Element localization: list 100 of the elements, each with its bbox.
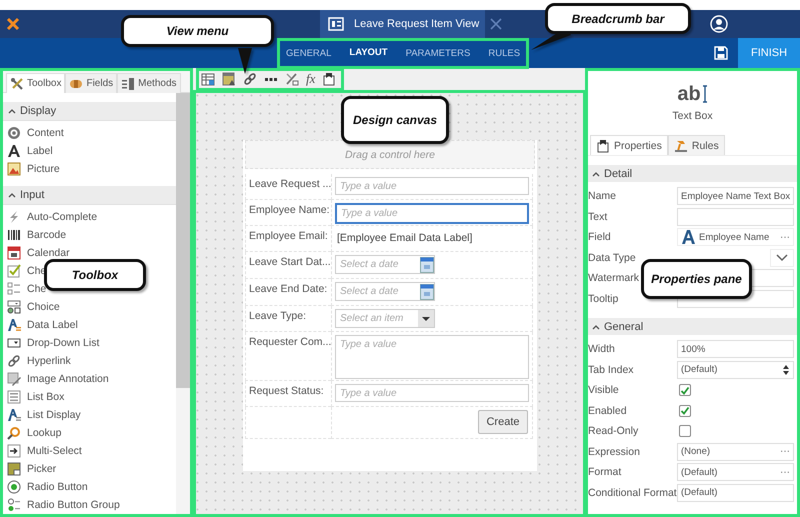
panel-tab[interactable]: Methods — [117, 73, 181, 93]
avatar-icon[interactable] — [710, 15, 728, 33]
picker-icon — [7, 462, 21, 476]
toolbox-item[interactable]: Radio Button — [3, 478, 88, 496]
field-label: Requester Com... — [245, 332, 331, 381]
letter-icon — [7, 144, 21, 158]
panel-tab[interactable]: Rules — [668, 135, 725, 155]
data-label: [Employee Email Data Label] — [336, 231, 474, 246]
toolbox-item[interactable]: Image Annotation — [3, 370, 109, 388]
toolbox-item[interactable]: Lookup — [3, 424, 62, 442]
nav-tab[interactable]: GENERAL — [280, 38, 338, 68]
toolbox-item[interactable]: Hyperlink — [3, 352, 71, 370]
toolbox-item[interactable]: Choice — [3, 298, 60, 316]
nav-tab[interactable]: PARAMETERS — [400, 38, 476, 68]
list-icon — [7, 390, 21, 404]
property-field[interactable]: (Default) ··· — [677, 463, 794, 482]
dropdown-icon — [7, 336, 21, 350]
letter-lines-icon — [7, 318, 21, 332]
toolbox-item[interactable]: List Display — [3, 406, 81, 424]
toolbox-item[interactable]: Label — [3, 142, 53, 160]
property-field[interactable]: (Default) — [677, 484, 794, 502]
scrollbar[interactable] — [176, 93, 190, 514]
save-icon[interactable] — [714, 46, 728, 60]
methods-icon — [121, 76, 136, 90]
property-field[interactable] — [677, 208, 794, 226]
property-label: Name — [588, 190, 618, 202]
control-type-icon-text: ab — [677, 84, 701, 104]
toolbox-item[interactable]: Picker — [3, 460, 56, 478]
property-label: Conditional Format — [588, 486, 677, 499]
panel-tab[interactable]: Properties — [590, 135, 668, 155]
finish-button[interactable]: FINISH — [738, 38, 800, 68]
property-field[interactable]: Employee Name Text Box — [677, 187, 794, 206]
table-icon[interactable] — [201, 72, 215, 86]
callout-label: Properties pane — [651, 272, 742, 286]
toolbox-item[interactable]: Multi-Select — [3, 442, 82, 460]
toolbox-item[interactable]: Barcode — [3, 226, 66, 244]
field-label: Employee Name: — [245, 200, 331, 226]
toolbox-item[interactable]: Radio Button Group — [3, 496, 120, 514]
toolbox-item[interactable]: Data Label — [3, 316, 78, 334]
properties-icon[interactable] — [322, 72, 336, 86]
toolbox-item[interactable]: Calendar — [3, 244, 70, 262]
callout-label: Breadcrumb bar — [572, 12, 664, 26]
link-icon[interactable] — [243, 72, 257, 86]
property-spinner[interactable]: (Default) — [677, 360, 794, 379]
property-field[interactable]: Employee Name ··· — [677, 228, 794, 246]
callout-label: Toolbox — [72, 268, 118, 282]
check-icon — [680, 386, 690, 395]
text-cursor-icon — [702, 85, 708, 103]
formula-button[interactable]: fx — [306, 71, 316, 87]
arrow-list-icon — [7, 444, 21, 458]
document-title: Leave Request Item View — [354, 18, 480, 30]
checkbox[interactable] — [679, 425, 691, 438]
callout-label: View menu — [166, 24, 229, 38]
property-label: Format — [588, 466, 622, 478]
image-icon — [7, 162, 21, 176]
panel-tab[interactable]: Toolbox — [6, 73, 66, 93]
property-dropdown[interactable] — [770, 248, 794, 267]
search-icon — [7, 426, 21, 440]
radio-icon — [7, 480, 21, 494]
properties-icon — [596, 138, 610, 152]
form-icon — [328, 16, 344, 32]
option-controls-icon — [7, 300, 21, 314]
link-icon — [7, 354, 21, 368]
property-label: Read-Only — [588, 425, 640, 438]
chevron-down-icon — [776, 253, 788, 262]
property-label: Enabled — [588, 404, 628, 417]
panel-tab[interactable]: Fields — [65, 73, 118, 93]
toolbox-item[interactable]: Drop-Down List — [3, 334, 100, 352]
calendar-icon — [420, 256, 434, 272]
section-header[interactable]: Input — [3, 186, 176, 205]
toolbox-item[interactable]: Auto-Complete — [3, 208, 98, 226]
field-label: Leave Request ... — [245, 174, 331, 200]
field-label: Leave Start Dat... — [245, 252, 331, 279]
property-label: Field — [588, 231, 612, 244]
letter-lines-icon — [7, 408, 21, 422]
property-field[interactable]: (None) ··· — [677, 442, 794, 461]
section-header[interactable]: Display — [3, 102, 176, 121]
checkbox[interactable] — [679, 404, 691, 417]
close-icon[interactable] — [489, 17, 504, 31]
at-sign-icon — [7, 126, 21, 140]
letter-icon — [681, 229, 696, 246]
section-header[interactable]: General — [588, 318, 797, 335]
section-header[interactable]: Detail — [588, 165, 797, 182]
page-icon[interactable] — [222, 72, 236, 86]
checkbox[interactable] — [679, 384, 691, 396]
nav-tab[interactable]: RULES — [482, 38, 526, 68]
property-label: Expression — [588, 446, 641, 458]
toolbox-item[interactable]: Che — [3, 280, 46, 298]
field-label: Request Status: — [245, 381, 331, 407]
toolbox-item[interactable]: Content — [3, 124, 64, 142]
property-label: Visible — [588, 384, 620, 396]
spinner-arrows-icon — [782, 364, 790, 376]
toolbox-item[interactable]: Picture — [3, 160, 60, 178]
toolbox-item[interactable]: List Box — [3, 388, 64, 406]
property-field[interactable]: 100% — [677, 340, 794, 358]
field-label: Leave End Date: — [245, 279, 331, 306]
callout-label: Design canvas — [352, 113, 438, 127]
field-label: Employee Email: — [245, 226, 331, 252]
property-label: Width — [588, 343, 616, 356]
create-button[interactable]: Create — [478, 410, 528, 434]
